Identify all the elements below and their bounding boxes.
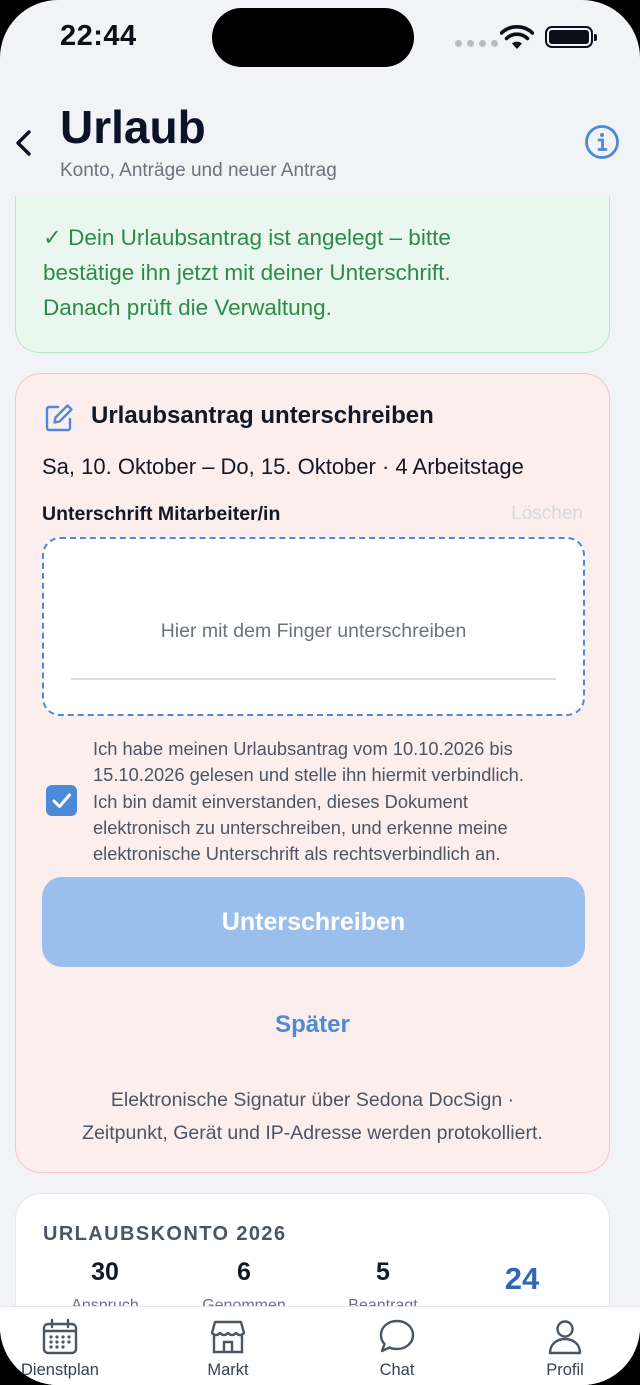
stat-remaining: 24 (457, 1258, 587, 1307)
footnote-line: Elektronische Signatur über Sedona DocSi… (110, 1089, 515, 1111)
edit-document-icon (45, 404, 73, 432)
tab-markt[interactable]: Markt (168, 1317, 288, 1380)
consent-line: elektronisch zu unterschreiben, und erke… (93, 816, 508, 838)
tab-chat[interactable]: Chat (337, 1317, 457, 1380)
calendar-icon (42, 1318, 78, 1355)
stat-value: 6 (237, 1258, 251, 1286)
consent-line: Ich habe meinen Urlaubsantrag vom 10.10.… (93, 738, 513, 759)
tab-label: Profil (546, 1361, 584, 1379)
back-chevron-icon[interactable] (12, 126, 36, 160)
checkmark-icon (52, 793, 71, 808)
card-title: Urlaubsantrag unterschreiben (91, 402, 434, 429)
banner-line: Danach prüft die Verwaltung. (43, 295, 332, 320)
signature-footnote: Elektronische Signatur über Sedona DocSi… (36, 1084, 589, 1150)
sign-button[interactable]: Unterschreiben (42, 877, 585, 967)
tab-bar: Dienstplan Markt Chat Profil (0, 1306, 640, 1385)
store-icon (210, 1320, 246, 1354)
page-title: Urlaub (60, 101, 206, 153)
consent-text: Ich habe meinen Urlaubsantrag vom 10.10.… (93, 736, 593, 867)
battery-icon (545, 26, 597, 48)
banner-line: ✓ Dein Urlaubsantrag ist angelegt – bitt… (43, 225, 451, 250)
banner-line: bestätige ihn jetzt mit deiner Unterschr… (43, 260, 451, 285)
signature-card: Urlaubsantrag unterschreiben Sa, 10. Okt… (15, 373, 610, 1173)
chat-bubble-icon (379, 1319, 415, 1353)
stat-value: 30 (91, 1258, 119, 1286)
signature-pad[interactable]: Hier mit dem Finger unterschreiben (42, 537, 585, 716)
stat-value: 5 (376, 1258, 390, 1286)
signature-label: Unterschrift Mitarbeiter/in (42, 503, 281, 525)
tab-profil[interactable]: Profil (505, 1317, 625, 1380)
later-button[interactable]: Später (16, 1011, 609, 1039)
stat-value: 24 (504, 1261, 540, 1296)
consent-line: 15.10.2026 gelesen und stelle ihn hiermi… (93, 764, 524, 786)
footnote-line: Zeitpunkt, Gerät und IP-Adresse werden p… (82, 1122, 543, 1144)
phone-screen: 22:44 Urlaub Konto, Anträge und neuer An… (0, 0, 640, 1385)
cellular-signal-icon (455, 40, 498, 47)
consent-line: Ich bin damit einverstanden, dieses Doku… (93, 790, 468, 812)
vacation-dates: Sa, 10. Oktober – Do, 15. Oktober · 4 Ar… (42, 454, 524, 479)
tab-label: Markt (207, 1361, 249, 1379)
success-banner: ✓ Dein Urlaubsantrag ist angelegt – bitt… (15, 196, 610, 353)
signature-baseline (71, 678, 556, 680)
wifi-icon (500, 25, 534, 49)
clear-signature-button[interactable]: Löschen (511, 503, 583, 525)
tab-label: Dienstplan (21, 1361, 99, 1379)
info-icon[interactable] (584, 124, 620, 160)
tab-label: Chat (379, 1361, 415, 1379)
page-subtitle: Konto, Anträge und neuer Antrag (60, 160, 337, 181)
dynamic-island (212, 8, 414, 67)
consent-checkbox[interactable] (46, 785, 77, 816)
account-title: URLAUBSKONTO 2026 (43, 1223, 287, 1245)
signature-placeholder: Hier mit dem Finger unterschreiben (160, 620, 467, 642)
tab-dienstplan[interactable]: Dienstplan (0, 1317, 120, 1380)
status-time: 22:44 (60, 20, 137, 52)
person-icon (548, 1320, 582, 1355)
consent-line: elektronische Unterschrift als rechtsver… (93, 843, 501, 865)
